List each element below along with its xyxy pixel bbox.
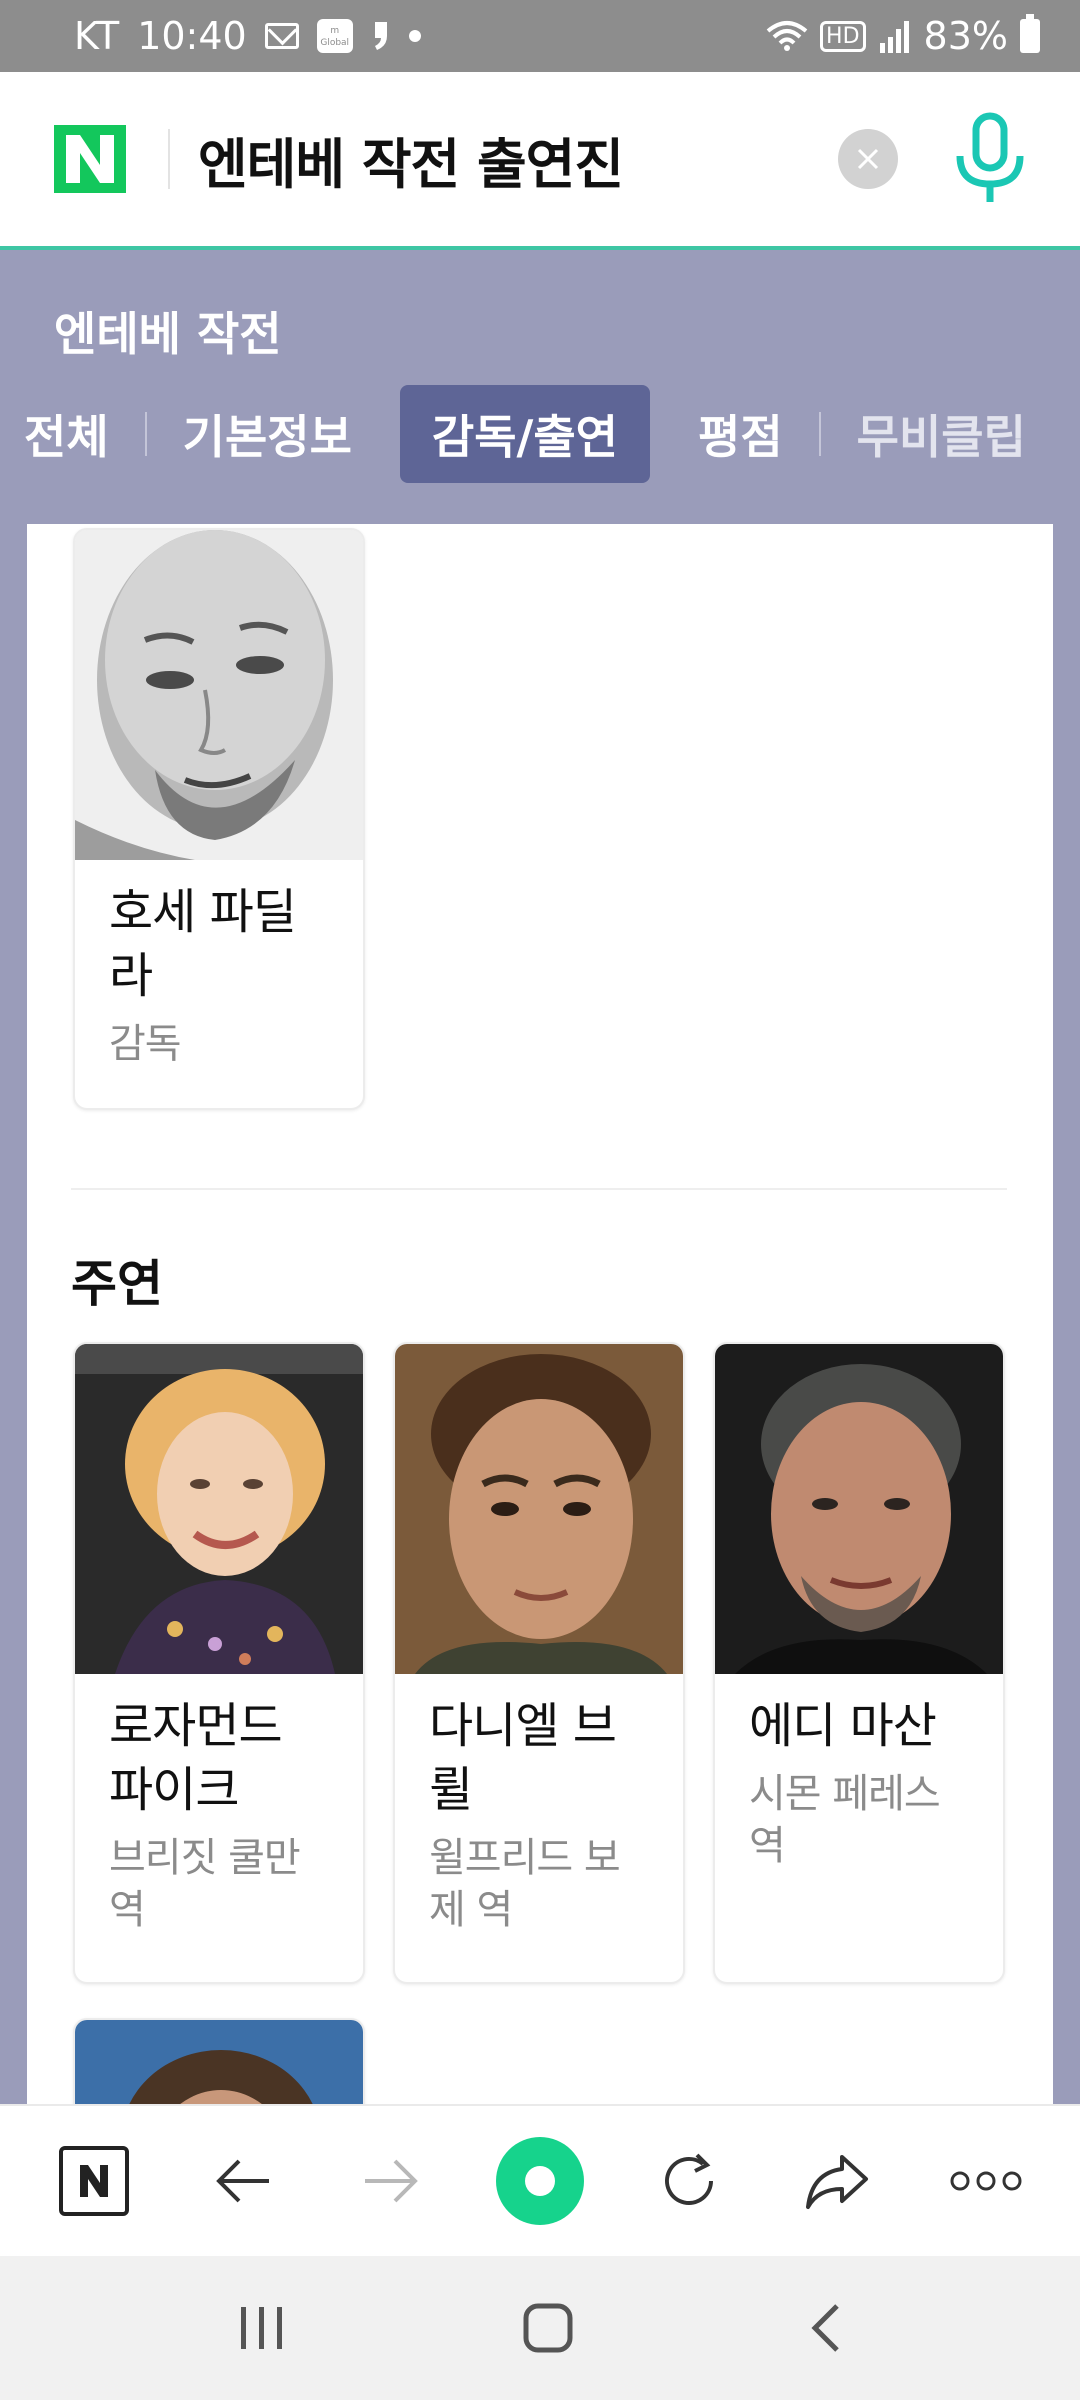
person-name: 로자먼드 파이크 (109, 1698, 283, 1818)
cast-card[interactable]: 로자먼드 파이크 브리짓 쿨만 역 (73, 1342, 365, 1984)
arrow-right-icon (365, 2159, 419, 2203)
search-input[interactable]: 엔테베 작전 출연진 (198, 120, 838, 199)
browser-toolbar (0, 2104, 1080, 2256)
person-name: 호세 파딜라 (109, 884, 297, 1004)
director-card[interactable]: 호세 파딜라 감독 (73, 528, 365, 1110)
cast-content-panel: 호세 파딜라 감독 주연 로자먼드 파이크 브리짓 쿨만 역 다니엘 브륄 윌프… (27, 524, 1053, 2104)
tab-movie-clip[interactable]: 무비클립 (821, 385, 1062, 483)
person-role: 시몬 페레스 역 (749, 1771, 941, 1869)
cast-photo (715, 1344, 1003, 1674)
back-button[interactable] (193, 2131, 293, 2231)
search-header: 엔테베 작전 출연진 (0, 72, 1080, 250)
naver-home-button[interactable] (44, 2131, 144, 2231)
naver-home-icon (59, 2146, 130, 2216)
global-app-icon: m Global (316, 19, 353, 53)
section-divider (71, 1188, 1007, 1190)
tab-bar: 전체 기본정보 감독/출연 평점 무비클립 (0, 384, 1062, 484)
more-dots-icon (950, 2171, 1022, 2191)
person-name: 에디 마산 (749, 1698, 937, 1754)
system-nav-bar (0, 2256, 1080, 2400)
tab-director-cast[interactable]: 감독/출연 (399, 385, 651, 483)
status-bar: KT 10:40 m Global HD 83% (0, 0, 1080, 72)
tab-rating[interactable]: 평점 (662, 385, 819, 483)
notification-dot-icon (408, 30, 421, 42)
more-button[interactable] (936, 2131, 1036, 2231)
person-name: 다니엘 브륄 (429, 1698, 617, 1818)
cast-card[interactable] (73, 2018, 365, 2104)
person-role: 감독 (109, 1021, 182, 1067)
person-role: 브리짓 쿨만 역 (109, 1835, 301, 1933)
battery-icon (1020, 14, 1040, 53)
wifi-icon (766, 21, 808, 51)
person-role: 윌프리드 보제 역 (429, 1835, 621, 1933)
forward-button[interactable] (341, 2131, 441, 2231)
battery-percent: 83% (923, 14, 1008, 58)
voice-search-mic-icon[interactable] (950, 112, 1030, 206)
director-photo (75, 530, 363, 860)
cast-card[interactable]: 다니엘 브륄 윌프리드 보제 역 (393, 1342, 685, 1984)
naver-logo-icon[interactable] (54, 125, 126, 193)
refresh-button[interactable] (639, 2131, 739, 2231)
movie-title-band: 엔테베 작전 전체 기본정보 감독/출연 평점 무비클립 (0, 254, 1080, 524)
hd-voice-icon: HD (820, 20, 866, 52)
signal-icon (879, 21, 909, 53)
tab-all[interactable]: 전체 (0, 385, 145, 483)
share-button[interactable] (787, 2131, 887, 2231)
refresh-icon (664, 2153, 713, 2205)
back-nav-icon[interactable] (809, 2302, 843, 2354)
close-icon (857, 148, 879, 170)
home-icon[interactable] (522, 2302, 574, 2354)
green-dot-icon (495, 2137, 584, 2225)
recent-apps-icon[interactable] (237, 2305, 287, 2351)
cast-photo (75, 1344, 363, 1674)
cast-photo (395, 1344, 683, 1674)
green-dot-button[interactable] (490, 2131, 590, 2231)
section-title-main-cast: 주연 (71, 1255, 163, 1313)
movie-title[interactable]: 엔테베 작전 (54, 298, 282, 364)
tab-basic-info[interactable]: 기본정보 (147, 385, 388, 483)
share-arrow-icon (806, 2155, 869, 2209)
mail-icon (264, 23, 299, 49)
clear-search-button[interactable] (838, 129, 898, 189)
quote-icon (374, 22, 387, 50)
global-badge-label: Global (320, 38, 350, 48)
cast-photo (75, 2020, 363, 2104)
carrier-label: KT (74, 14, 120, 58)
clock: 10:40 (137, 14, 247, 58)
header-divider (168, 129, 170, 189)
arrow-left-icon (216, 2159, 269, 2203)
cast-card[interactable]: 에디 마산 시몬 페레스 역 (713, 1342, 1005, 1984)
